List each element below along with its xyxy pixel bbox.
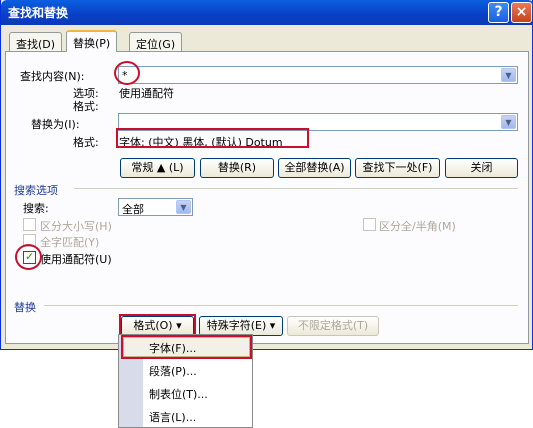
title-bar: 查找和替换 ? ×: [1, 0, 533, 25]
close-button[interactable]: 关闭: [445, 158, 518, 178]
chevron-down-icon[interactable]: ▼: [176, 200, 191, 214]
help-button[interactable]: ?: [488, 2, 509, 23]
window-title: 查找和替换: [8, 6, 69, 20]
find-input[interactable]: * ▼: [118, 66, 518, 84]
width-label: 区分全/半角(M): [379, 220, 456, 233]
tab-goto[interactable]: 定位(G): [129, 32, 183, 51]
tab-find[interactable]: 查找(D): [9, 32, 63, 51]
match-case-label: 区分大小写(H): [40, 220, 112, 233]
tab-replace[interactable]: 替换(P): [66, 30, 118, 52]
find-replace-dialog: 查找和替换 ? × 查找(D) 替换(P) 定位(G) 查找内容(N): * ▼…: [0, 0, 533, 350]
menu-item-font[interactable]: 字体(F)...: [149, 340, 196, 356]
chevron-down-icon[interactable]: ▼: [501, 68, 516, 82]
close-window-button[interactable]: ×: [511, 2, 532, 23]
menu-item-language[interactable]: 语言(L)...: [149, 409, 196, 425]
wildcards-label: 使用通配符(U): [40, 253, 112, 266]
menu-item-tabs[interactable]: 制表位(T)...: [149, 386, 208, 402]
search-options-title: 搜索选项: [14, 184, 58, 197]
replace-all-button[interactable]: 全部替换(A): [278, 158, 351, 178]
search-direction-select[interactable]: 全部 ▼: [118, 198, 193, 216]
wildcards-highlight-circle: [15, 244, 42, 270]
less-button[interactable]: 常规 ▲ (L): [120, 158, 195, 178]
replace-format-label: 格式:: [73, 136, 99, 149]
find-format-label: 格式:: [73, 100, 99, 113]
replace-panel: 查找内容(N): * ▼ 选项: 使用通配符 格式: 替换为(I): ▼ 格式:…: [5, 51, 529, 344]
find-next-button[interactable]: 查找下一处(F): [355, 158, 440, 178]
no-formatting-button[interactable]: 不限定格式(T): [287, 316, 379, 336]
format-highlight-box: [116, 128, 309, 148]
format-dropdown-menu: 字体(F)... 段落(P)... 制表位(T)... 语言(L)...: [118, 334, 253, 428]
find-options-value: 使用通配符: [119, 87, 174, 100]
replace-section-title: 替换: [14, 301, 36, 314]
find-label: 查找内容(N):: [20, 70, 85, 83]
width-checkbox[interactable]: [363, 218, 376, 231]
divider: [44, 305, 518, 306]
match-case-checkbox[interactable]: [23, 218, 36, 231]
find-highlight-circle: [114, 61, 140, 85]
search-label: 搜索:: [23, 202, 49, 215]
chevron-down-icon[interactable]: ▼: [501, 115, 516, 129]
replace-button[interactable]: 替换(R): [200, 158, 274, 178]
menu-item-paragraph[interactable]: 段落(P)...: [149, 363, 197, 379]
replace-label: 替换为(I):: [31, 118, 80, 131]
whole-word-label: 全字匹配(Y): [40, 236, 100, 249]
special-characters-button[interactable]: 特殊字符(E) ▾: [199, 316, 283, 336]
search-direction-value: 全部: [122, 203, 144, 216]
divider: [74, 188, 518, 189]
